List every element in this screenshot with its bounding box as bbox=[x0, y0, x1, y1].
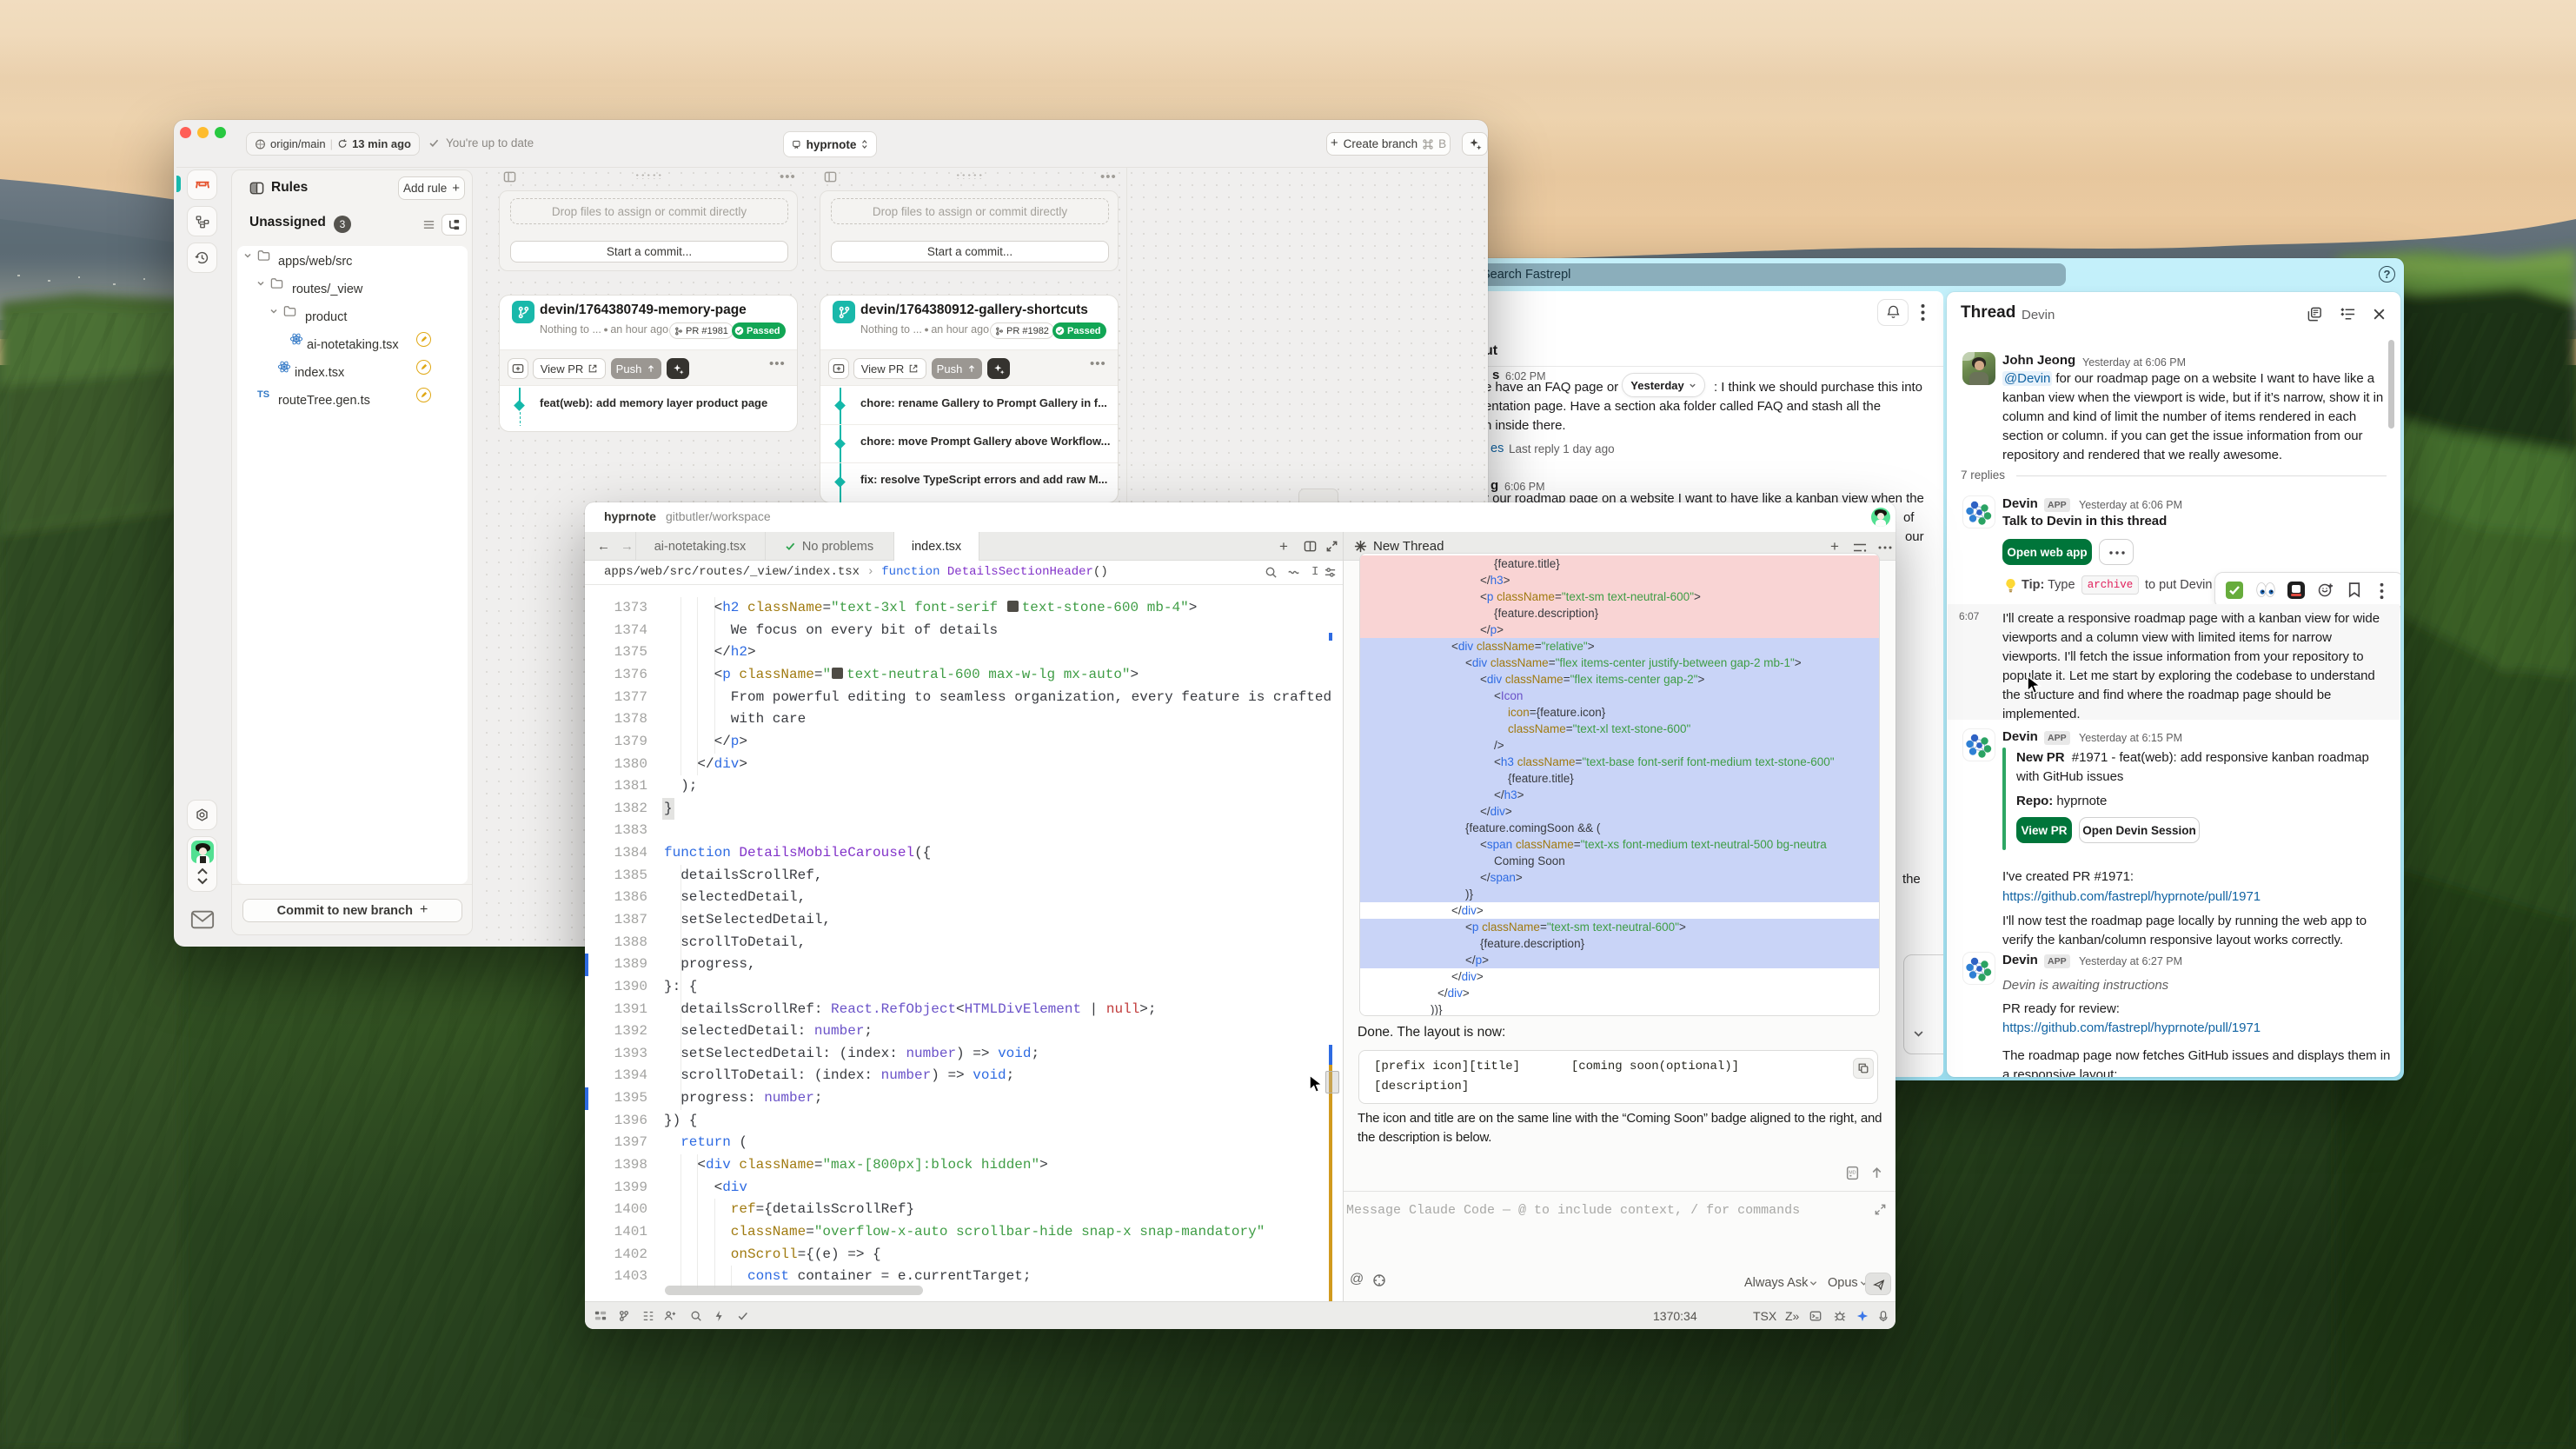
svg-text:MD: MD bbox=[1849, 1171, 1856, 1176]
